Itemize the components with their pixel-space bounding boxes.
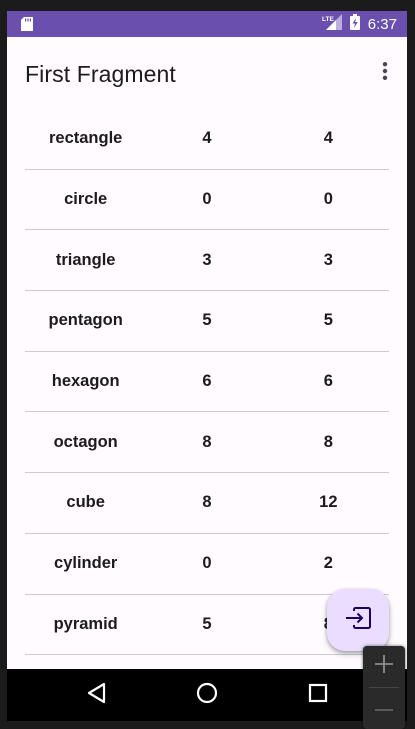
shape-value-1: 4 [202, 129, 212, 148]
zoom-in-button[interactable] [363, 646, 405, 686]
shape-name: cylinder [54, 554, 118, 573]
shape-name: pyramid [53, 614, 118, 633]
shape-value-1: 6 [202, 372, 212, 391]
recents-button[interactable] [306, 683, 330, 707]
shape-value-2: 5 [323, 311, 333, 330]
status-time: 6:37 [367, 15, 397, 33]
home-button[interactable] [195, 682, 219, 709]
shape-value-1: 5 [202, 311, 212, 330]
list-item[interactable] [25, 655, 389, 669]
list-item[interactable]: triangle 3 3 [25, 230, 389, 292]
app-content: First Fragment rectangle 4 4 circle 0 0 … [7, 37, 407, 669]
back-button[interactable] [84, 682, 108, 709]
shape-value-2: 0 [323, 190, 333, 209]
navigation-bar [7, 669, 407, 721]
app-bar: First Fragment [7, 37, 407, 109]
home-icon [196, 682, 218, 709]
list-item[interactable]: octagon 8 8 [25, 412, 389, 474]
list-item[interactable]: pentagon 5 5 [25, 291, 389, 352]
more-vert-icon [382, 61, 388, 85]
fab-button[interactable] [327, 589, 389, 651]
shape-name: triangle [55, 250, 116, 269]
shape-name: pentagon [48, 311, 123, 330]
list-item[interactable]: rectangle 4 4 [25, 109, 389, 170]
shape-value-2: 4 [323, 129, 333, 148]
shape-name: hexagon [51, 372, 120, 391]
shapes-list: rectangle 4 4 circle 0 0 triangle 3 3 pe… [25, 109, 389, 669]
shape-value-2: 2 [323, 554, 333, 573]
shape-value-1: 3 [202, 250, 212, 269]
status-icons: LTE 6:37 [322, 11, 397, 37]
device-frame: LTE 6:37 First Fragment rectangle 4 4 ci… [0, 0, 415, 729]
shape-value-2: 8 [323, 432, 333, 451]
shape-value-1: 8 [202, 432, 212, 451]
zoom-out-icon [374, 699, 394, 717]
shape-name: octagon [53, 432, 118, 451]
shape-value-1: 8 [202, 493, 212, 512]
back-icon [86, 682, 106, 709]
network-label: LTE [322, 16, 334, 23]
input-icon [345, 606, 371, 634]
page-title: First Fragment [25, 61, 176, 87]
overflow-menu-button[interactable] [373, 61, 397, 85]
status-bar: LTE 6:37 [7, 11, 407, 37]
shape-value-2: 3 [323, 250, 333, 269]
sd-card-icon [21, 17, 33, 31]
zoom-control [363, 646, 405, 729]
recents-icon [308, 683, 328, 708]
battery-charging-icon [349, 13, 360, 35]
shape-value-1: 5 [202, 614, 212, 633]
lte-signal-icon: LTE [322, 13, 344, 35]
shape-value-2: 6 [323, 372, 333, 391]
shape-value-1: 0 [202, 190, 212, 209]
shape-value-1: 0 [202, 554, 212, 573]
list-item[interactable]: hexagon 6 6 [25, 352, 389, 413]
zoom-out-button[interactable] [363, 688, 405, 728]
shape-name: rectangle [48, 129, 123, 148]
list-item[interactable]: cube 8 12 [25, 473, 389, 534]
shape-name: circle [64, 190, 108, 209]
list-item[interactable]: circle 0 0 [25, 170, 389, 231]
shape-value-2: 12 [319, 493, 338, 512]
shape-name: cube [66, 493, 105, 512]
zoom-in-icon [374, 654, 394, 679]
list-item[interactable]: cylinder 0 2 [25, 534, 389, 595]
